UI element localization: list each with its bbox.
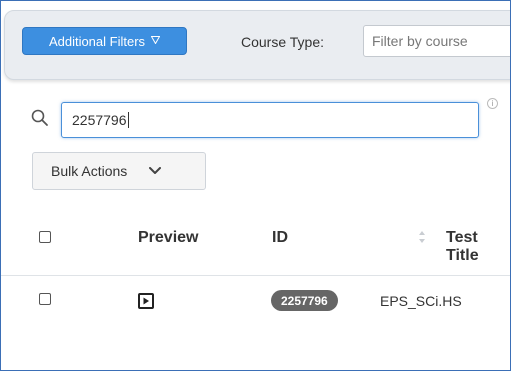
row-test-title[interactable]: EPS_SCi.HS (380, 293, 462, 309)
bulk-actions-label: Bulk Actions (51, 163, 128, 179)
text-caret (127, 112, 129, 128)
header-divider (1, 275, 510, 276)
app-frame: Additional Filters Course Type: Filter b… (0, 0, 511, 371)
course-type-input[interactable]: Filter by course (363, 25, 510, 57)
sort-icon[interactable] (418, 230, 426, 244)
bulk-actions-dropdown[interactable]: Bulk Actions (32, 152, 206, 190)
search-input-value: 2257796 (72, 112, 127, 128)
row-id: 2257796 (281, 293, 328, 308)
course-type-label: Course Type: (241, 34, 325, 50)
id-badge: 2257796 (271, 290, 338, 311)
select-all-checkbox[interactable] (39, 231, 51, 243)
info-glyph: i (491, 99, 494, 108)
column-header-id[interactable]: ID (272, 229, 288, 247)
additional-filters-button[interactable]: Additional Filters (22, 27, 187, 55)
column-header-test-title: Test Title (446, 229, 479, 264)
info-icon[interactable]: i (487, 98, 498, 109)
chevron-down-icon (149, 167, 162, 174)
row-select-checkbox[interactable] (39, 293, 51, 305)
table-header: Preview ID Test Title (1, 217, 510, 264)
filter-triangle-icon (150, 35, 161, 47)
search-icon (31, 109, 48, 126)
column-header-preview: Preview (138, 229, 199, 246)
search-input[interactable]: 2257796 (61, 102, 479, 138)
course-type-placeholder: Filter by course (372, 33, 468, 49)
preview-play-icon[interactable] (138, 293, 154, 309)
additional-filters-label: Additional Filters (48, 33, 146, 49)
